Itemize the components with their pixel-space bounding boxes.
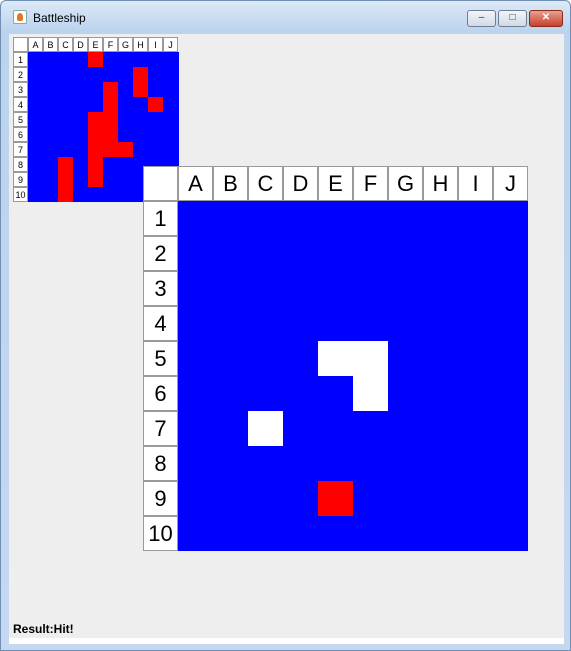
target-col-header-g: G — [388, 166, 423, 201]
own-hit-cell-f6 — [103, 127, 118, 142]
target-miss-cell-c7 — [248, 411, 283, 446]
target-corner — [143, 166, 178, 201]
own-hit-cell-e8 — [88, 157, 103, 172]
own-row-header-1: 1 — [13, 52, 28, 67]
own-col-header-b: B — [43, 37, 58, 52]
target-row-header-3: 3 — [143, 271, 178, 306]
own-col-header-d: D — [73, 37, 88, 52]
target-row-header-4: 4 — [143, 306, 178, 341]
content-pane: A B C D E F G H I J 1 2 3 4 5 6 7 8 9 10 ABCDEFGHIJ12345678… — [9, 34, 564, 638]
own-hit-cell-e7 — [88, 142, 103, 157]
own-hit-cell-h3 — [133, 82, 148, 97]
own-hit-cell-c8 — [58, 157, 73, 172]
own-hit-cell-e5 — [88, 112, 103, 127]
target-col-header-a: A — [178, 166, 213, 201]
target-col-header-d: D — [283, 166, 318, 201]
own-row-header-4: 4 — [13, 97, 28, 112]
target-row-header-6: 6 — [143, 376, 178, 411]
own-col-header-c: C — [58, 37, 73, 52]
own-col-header-i: I — [148, 37, 163, 52]
target-row-header-5: 5 — [143, 341, 178, 376]
target-board: A B C D E F G H I J 1 2 3 4 5 6 7 8 9 10 — [143, 166, 529, 552]
target-col-header-f: F — [353, 166, 388, 201]
own-col-header-g: G — [118, 37, 133, 52]
maximize-button[interactable]: □ — [498, 10, 527, 27]
result-label: Result:Hit! — [13, 622, 74, 636]
own-hit-cell-i4 — [148, 97, 163, 112]
target-hit-cell-e9 — [318, 481, 353, 516]
close-icon: ✕ — [541, 12, 551, 23]
target-col-header-b: B — [213, 166, 248, 201]
target-row-header-7: 7 — [143, 411, 178, 446]
own-row-header-10: 10 — [13, 187, 28, 202]
own-corner — [13, 37, 28, 52]
own-row-header-9: 9 — [13, 172, 28, 187]
own-hit-cell-f3 — [103, 82, 118, 97]
own-col-header-e: E — [88, 37, 103, 52]
java-app-icon — [13, 10, 27, 24]
close-button[interactable]: ✕ — [529, 10, 563, 27]
title-bar[interactable]: Battleship – □ ✕ — [1, 1, 570, 34]
target-grid[interactable] — [178, 201, 528, 551]
own-hit-cell-g7 — [118, 142, 133, 157]
target-col-header-i: I — [458, 166, 493, 201]
minimize-icon: – — [478, 12, 485, 23]
own-hit-cell-e9 — [88, 172, 103, 187]
own-hit-cell-h2 — [133, 67, 148, 82]
target-row-header-9: 9 — [143, 481, 178, 516]
target-col-header-h: H — [423, 166, 458, 201]
own-hit-cell-e6 — [88, 127, 103, 142]
target-col-header-j: J — [493, 166, 528, 201]
own-col-header-a: A — [28, 37, 43, 52]
target-miss-cell-f6 — [353, 376, 388, 411]
bottom-strip — [9, 638, 564, 644]
target-miss-cell-e5 — [318, 341, 353, 376]
app-window: Battleship – □ ✕ A B C D E F G H I J 1 2 3 4 5 6 7 8 9 10 A… — [0, 0, 571, 651]
own-row-header-5: 5 — [13, 112, 28, 127]
target-miss-cell-f5 — [353, 341, 388, 376]
maximize-icon: □ — [509, 12, 516, 23]
own-col-header-h: H — [133, 37, 148, 52]
target-col-header-e: E — [318, 166, 353, 201]
window-title: Battleship — [33, 11, 86, 25]
own-hit-cell-c10 — [58, 187, 73, 202]
own-col-header-j: J — [163, 37, 178, 52]
target-row-header-8: 8 — [143, 446, 178, 481]
own-hit-cell-f5 — [103, 112, 118, 127]
own-row-header-8: 8 — [13, 157, 28, 172]
own-row-header-2: 2 — [13, 67, 28, 82]
target-col-header-c: C — [248, 166, 283, 201]
own-hit-cell-f4 — [103, 97, 118, 112]
own-row-header-7: 7 — [13, 142, 28, 157]
own-row-header-6: 6 — [13, 127, 28, 142]
own-hit-cell-e1 — [88, 52, 103, 67]
own-hit-cell-f7 — [103, 142, 118, 157]
target-row-header-1: 1 — [143, 201, 178, 236]
minimize-button[interactable]: – — [467, 10, 496, 27]
target-row-header-2: 2 — [143, 236, 178, 271]
own-hit-cell-c9 — [58, 172, 73, 187]
own-col-header-f: F — [103, 37, 118, 52]
target-row-header-10: 10 — [143, 516, 178, 551]
own-row-header-3: 3 — [13, 82, 28, 97]
